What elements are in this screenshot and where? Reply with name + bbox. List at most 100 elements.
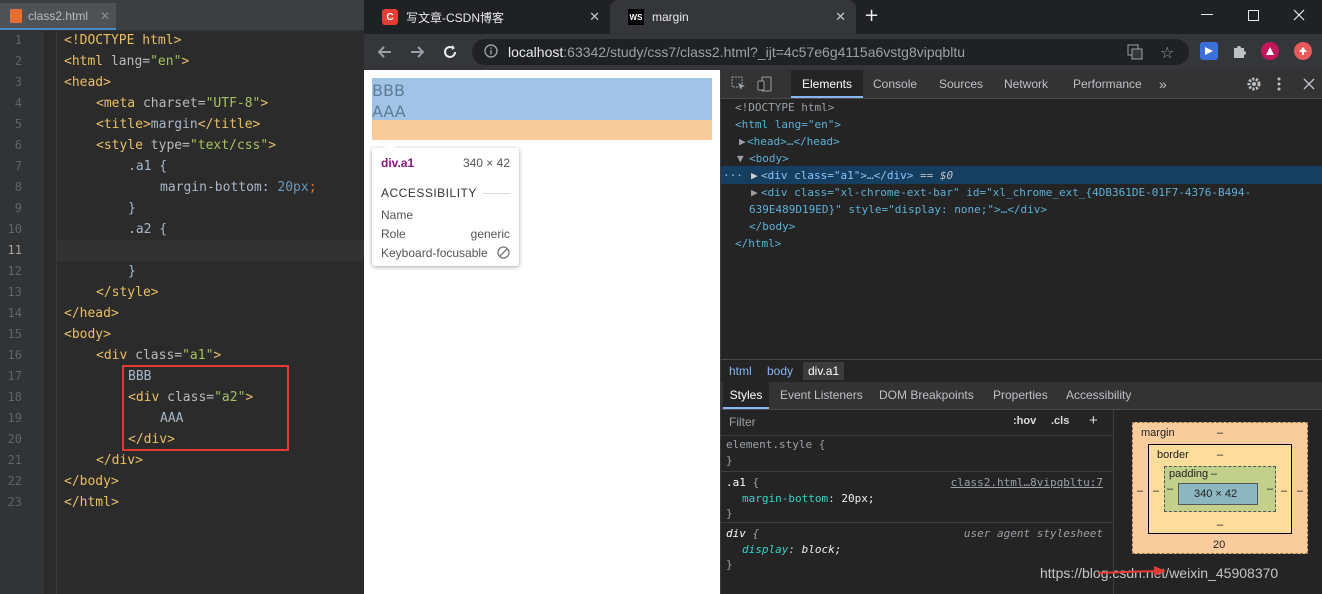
code-token: }	[128, 201, 136, 216]
tooltip-divider	[482, 192, 510, 194]
browser-tab-margin[interactable]: WS margin ✕	[610, 0, 856, 34]
class-toggle[interactable]: .cls	[1051, 415, 1069, 427]
line-number: 15	[7, 327, 22, 341]
dom-row-dots[interactable]: ···	[723, 167, 743, 184]
address-bar[interactable]: localhost:63342/study/css7/class2.html?_…	[472, 39, 1189, 65]
css-property: margin-bottom	[742, 492, 829, 505]
reload-icon[interactable]	[439, 41, 461, 63]
forward-icon[interactable]	[406, 41, 428, 63]
code-token: margin-bottom	[160, 180, 262, 195]
editor-tab-bar: class2.html ✕	[0, 0, 364, 31]
page-text-aaa: AAA	[372, 102, 406, 121]
tab-performance[interactable]: Performance	[1073, 70, 1142, 98]
dom-node-html[interactable]: <html lang="en">	[735, 116, 841, 133]
update-icon[interactable]	[1294, 42, 1312, 60]
rule-close: }	[726, 454, 733, 467]
editor-tab-class2[interactable]: class2.html ✕	[0, 3, 116, 30]
webstorm-favicon-icon: WS	[628, 9, 644, 25]
tab-event-listeners[interactable]: Event Listeners	[780, 382, 863, 409]
tab-console[interactable]: Console	[873, 70, 917, 98]
dom-node-doctype[interactable]: <!DOCTYPE html>	[735, 99, 834, 116]
tab-sources[interactable]: Sources	[939, 70, 983, 98]
rule-selector[interactable]: element.style {	[726, 437, 825, 453]
add-rule-button[interactable]: +	[1089, 412, 1098, 429]
browser-tab-csdn[interactable]: C 写文章-CSDN博客 ✕	[364, 0, 610, 34]
breadcrumb-html[interactable]: html	[729, 364, 752, 378]
inspect-element-icon[interactable]	[731, 70, 747, 98]
rule-selector[interactable]: .a1 {	[726, 475, 759, 491]
code-token: <body>	[64, 327, 111, 342]
new-tab-button[interactable]: +	[864, 5, 879, 26]
tooltip-focus-row: Keyboard-focusable	[381, 246, 510, 262]
filter-input[interactable]: Filter	[729, 415, 756, 429]
box-model-padding-left: –	[1167, 483, 1174, 495]
line-number: 9	[14, 201, 22, 215]
line-number: 2	[14, 54, 22, 68]
code-line-3: <head>	[64, 72, 111, 93]
rule-selector[interactable]: div {	[726, 526, 759, 542]
box-model-content[interactable]: 340 × 42	[1178, 483, 1258, 505]
div-a1-content-highlight[interactable]	[372, 78, 712, 120]
line-number: 11	[7, 243, 22, 257]
kebab-menu-icon[interactable]	[1277, 70, 1281, 98]
close-icon[interactable]: ✕	[835, 9, 846, 25]
tab-network[interactable]: Network	[1004, 70, 1048, 98]
breadcrumb-div-a1[interactable]: div.a1	[803, 362, 845, 380]
line-number: 18	[7, 390, 22, 404]
dom-node-html-close[interactable]: </html>	[735, 235, 781, 252]
code-token: </title>	[197, 117, 261, 132]
device-toolbar-icon[interactable]	[757, 70, 773, 98]
tooltip-role-value: generic	[470, 227, 510, 241]
extensions-puzzle-icon[interactable]	[1230, 42, 1248, 60]
dom-node-body[interactable]: <body>	[749, 150, 789, 167]
box-model-border-right: –	[1280, 485, 1287, 497]
window-close-icon[interactable]	[1276, 0, 1322, 30]
dom-node-head[interactable]: <head>…</head>	[747, 133, 840, 150]
tab-properties[interactable]: Properties	[993, 382, 1048, 409]
site-info-icon[interactable]	[484, 43, 498, 61]
devtools-close-icon[interactable]	[1303, 70, 1315, 98]
close-icon[interactable]: ✕	[589, 9, 600, 25]
style-rule-a1: .a1 { class2.html…8vipqbltu:7 margin-bot…	[721, 472, 1113, 523]
translate-icon[interactable]	[1127, 44, 1143, 64]
profile-avatar[interactable]	[1261, 42, 1279, 60]
extension-app-icon[interactable]	[1200, 42, 1218, 60]
collapsed-arrow-icon[interactable]: ▶	[751, 167, 758, 184]
rule-declaration[interactable]: margin-bottom: 20px;	[742, 491, 874, 507]
back-icon[interactable]	[374, 41, 396, 63]
tooltip-focus-label: Keyboard-focusable	[381, 246, 488, 260]
more-tabs-icon[interactable]: »	[1159, 70, 1167, 98]
line-number: 19	[7, 411, 22, 425]
web-page-viewport: BBB AAA div.a1 340 × 42 ACCESSIBILITY Na…	[364, 70, 720, 594]
line-number: 10	[7, 222, 22, 236]
tab-accessibility[interactable]: Accessibility	[1066, 382, 1131, 409]
tab-elements[interactable]: Elements	[791, 70, 863, 98]
line-number: 4	[14, 96, 22, 110]
code-token: <style	[96, 138, 151, 153]
collapsed-arrow-icon[interactable]: ▶	[751, 184, 758, 201]
breadcrumb-body[interactable]: body	[767, 364, 793, 378]
code-token: </div>	[96, 453, 143, 468]
settings-gear-icon[interactable]	[1246, 70, 1262, 98]
expanded-arrow-icon[interactable]: ▼	[737, 150, 744, 167]
tooltip-name-label: Name	[381, 208, 414, 222]
dom-node-div-a1[interactable]: <div class="a1">…</div> == $0	[761, 167, 953, 184]
rule-source-link[interactable]: class2.html…8vipqbltu:7	[951, 475, 1103, 491]
code-line-9: }	[128, 198, 136, 219]
code-line-4: <meta charset="UTF-8">	[96, 93, 268, 114]
code-line-5: <title>margin</title>	[96, 114, 260, 135]
code-token: <title>	[96, 117, 151, 132]
dom-node-ext-bar[interactable]: <div class="xl-chrome-ext-bar" id="xl_ch…	[761, 184, 1251, 201]
dom-node-body-close[interactable]: </body>	[749, 218, 795, 235]
code-line-21: </div>	[96, 450, 143, 471]
tab-styles[interactable]: Styles	[723, 382, 769, 409]
hover-state-toggle[interactable]: :hov	[1013, 415, 1036, 427]
dom-node-ext-bar-cont[interactable]: 639E489D19ED}" style="display: none;">…<…	[749, 201, 1047, 218]
close-icon[interactable]: ✕	[100, 9, 110, 23]
maximize-icon[interactable]	[1230, 0, 1276, 30]
bookmark-star-icon[interactable]: ☆	[1160, 43, 1174, 62]
tab-dom-breakpoints[interactable]: DOM Breakpoints	[879, 382, 974, 409]
collapsed-arrow-icon[interactable]: ▶	[739, 133, 746, 150]
rule-selector-text: div	[726, 527, 746, 540]
minimize-icon[interactable]	[1184, 0, 1230, 30]
